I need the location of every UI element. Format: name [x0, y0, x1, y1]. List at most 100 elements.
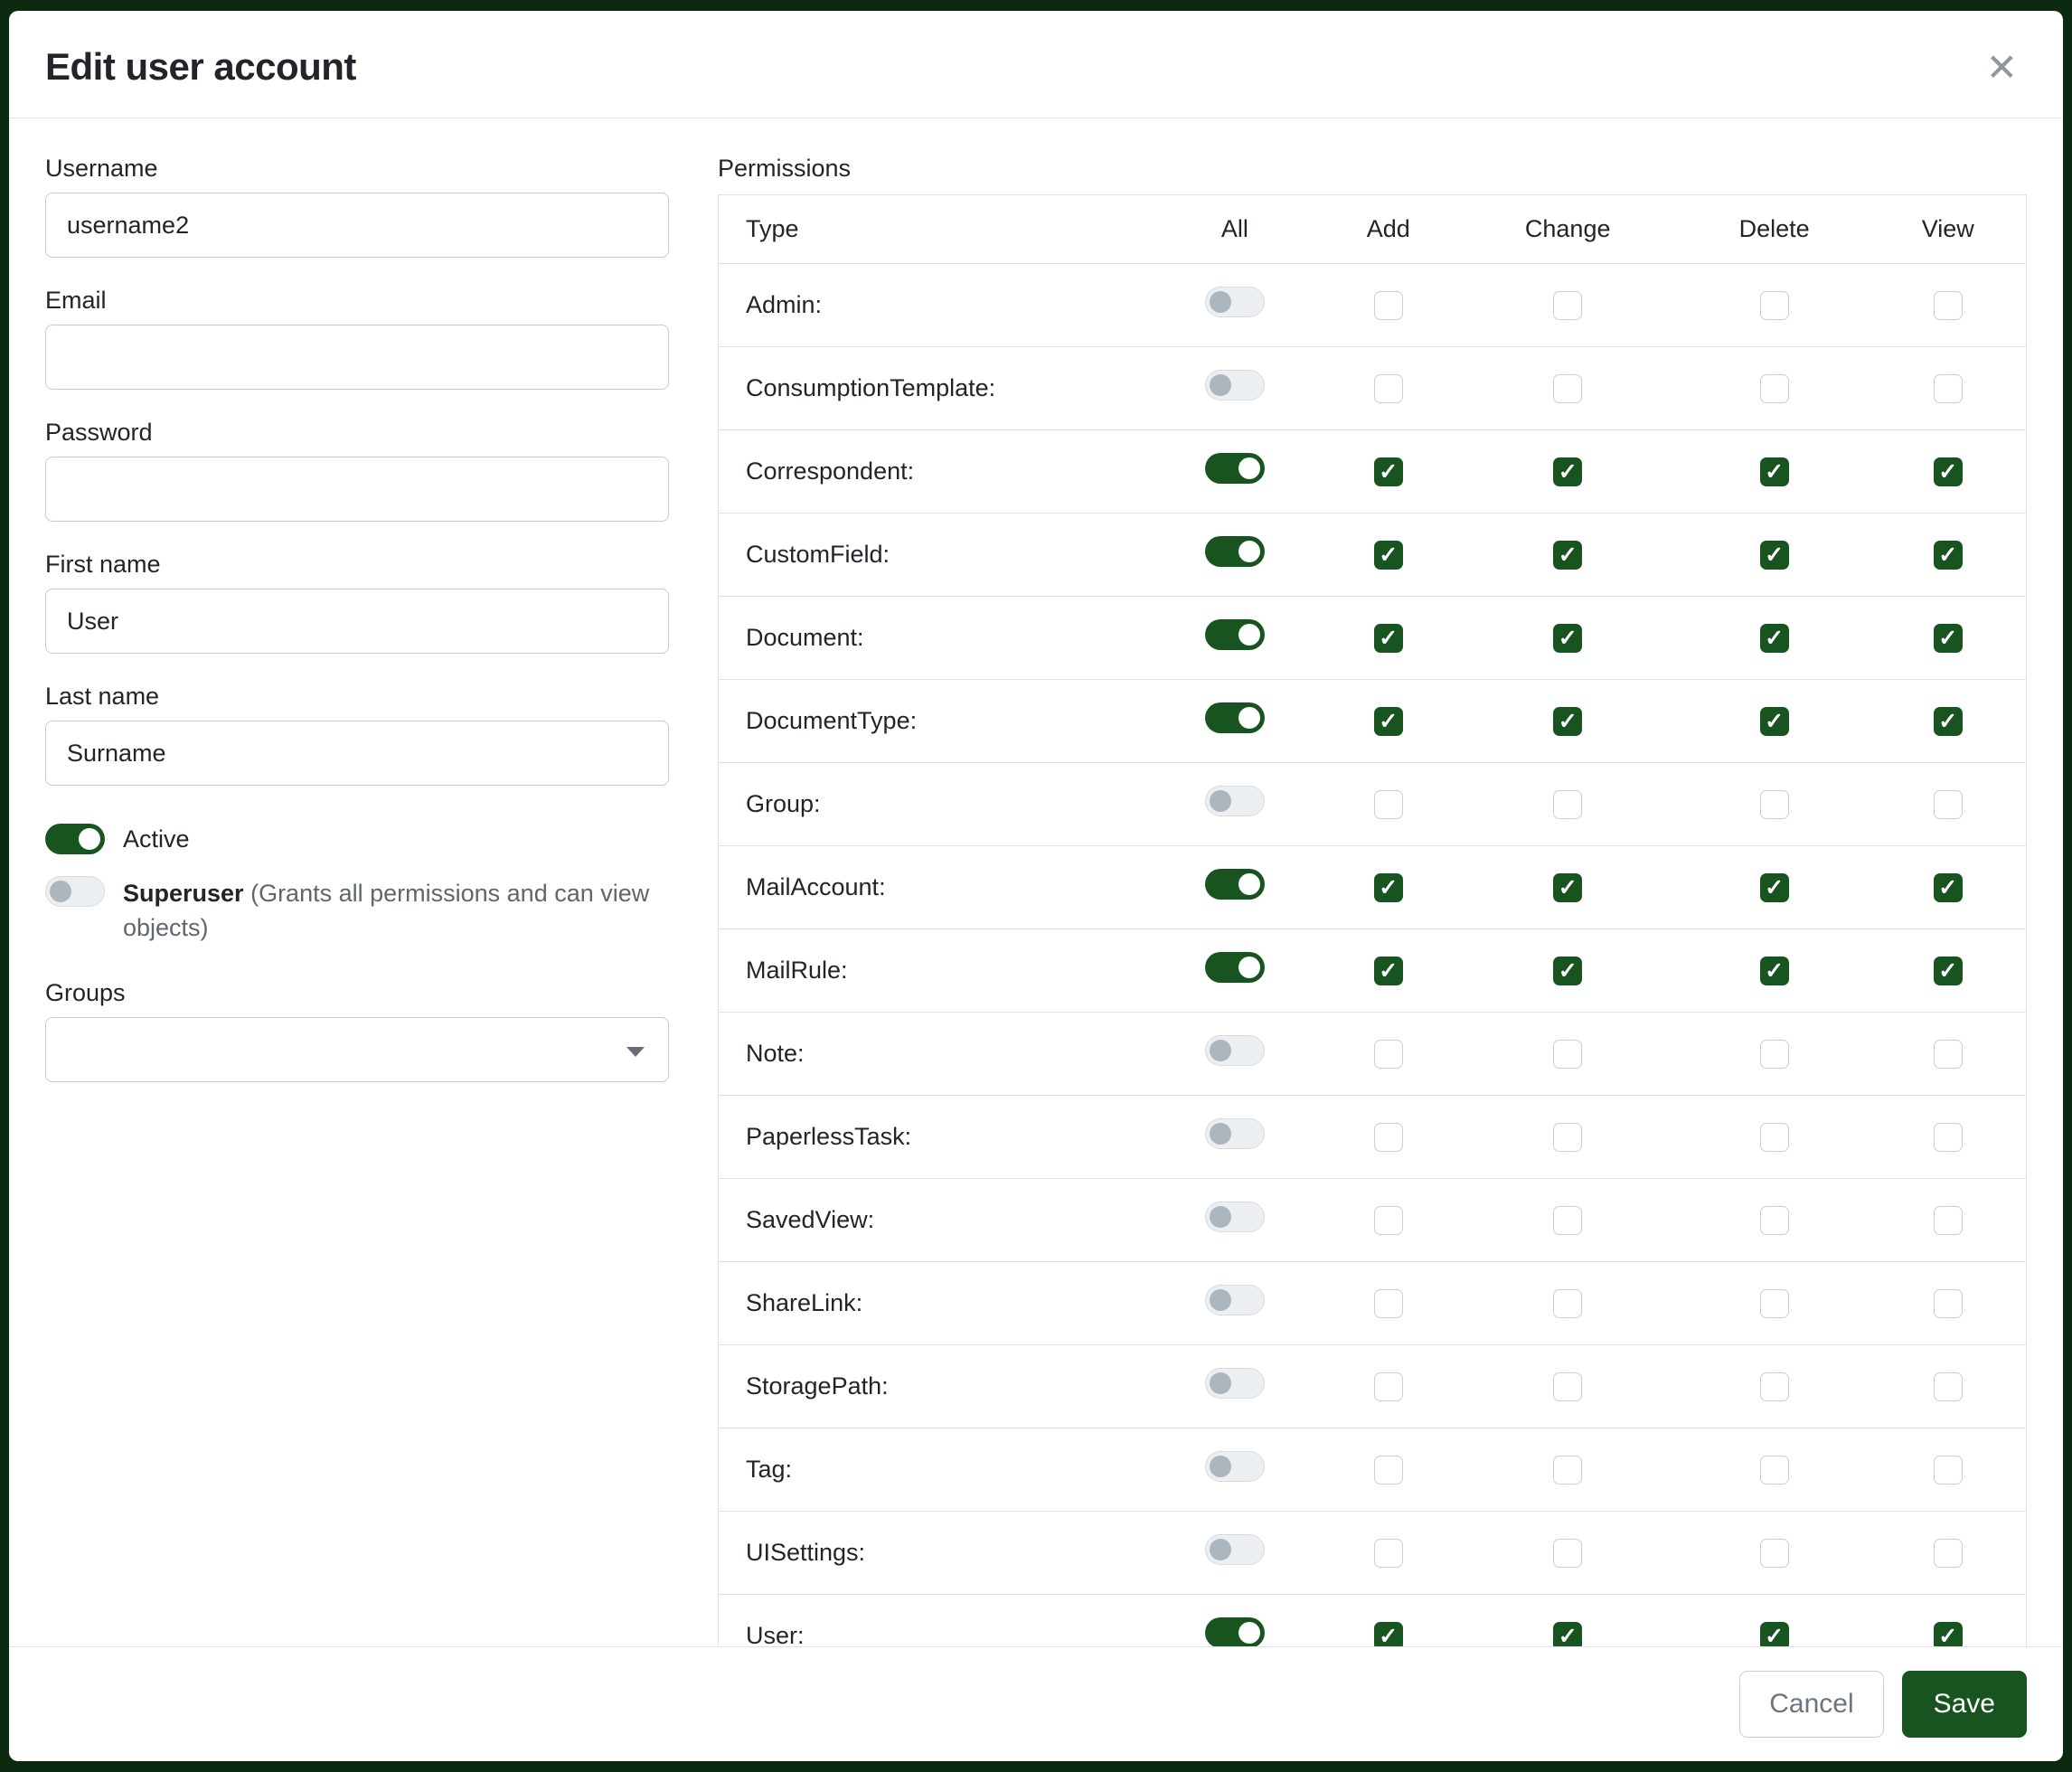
add-checkbox[interactable] [1374, 1206, 1403, 1235]
delete-checkbox[interactable] [1760, 1289, 1789, 1318]
all-toggle[interactable] [1205, 1285, 1265, 1315]
password-field[interactable] [45, 457, 669, 522]
first-name-field[interactable] [45, 589, 669, 654]
last-name-group: Last name [45, 683, 669, 786]
all-toggle[interactable] [1205, 952, 1265, 983]
add-checkbox[interactable] [1374, 873, 1403, 902]
view-checkbox[interactable] [1934, 374, 1963, 403]
all-toggle[interactable] [1205, 1451, 1265, 1482]
add-checkbox[interactable] [1374, 1622, 1403, 1646]
all-toggle[interactable] [1205, 1617, 1265, 1646]
delete-checkbox[interactable] [1760, 1123, 1789, 1152]
delete-checkbox[interactable] [1760, 1622, 1789, 1646]
view-checkbox[interactable] [1934, 1456, 1963, 1485]
change-checkbox[interactable] [1553, 790, 1582, 819]
delete-checkbox[interactable] [1760, 957, 1789, 985]
close-icon[interactable]: ✕ [1981, 45, 2023, 90]
delete-checkbox[interactable] [1760, 1040, 1789, 1069]
add-checkbox[interactable] [1374, 1372, 1403, 1401]
delete-checkbox[interactable] [1760, 374, 1789, 403]
delete-checkbox[interactable] [1760, 457, 1789, 486]
change-checkbox[interactable] [1553, 541, 1582, 570]
add-checkbox[interactable] [1374, 1123, 1403, 1152]
email-field[interactable] [45, 325, 669, 390]
delete-checkbox[interactable] [1760, 707, 1789, 736]
change-checkbox[interactable] [1553, 873, 1582, 902]
all-toggle[interactable] [1205, 370, 1265, 401]
all-toggle[interactable] [1205, 1368, 1265, 1399]
add-checkbox[interactable] [1374, 374, 1403, 403]
all-toggle[interactable] [1205, 1035, 1265, 1066]
view-checkbox[interactable] [1934, 1539, 1963, 1568]
add-checkbox[interactable] [1374, 624, 1403, 653]
change-checkbox[interactable] [1553, 957, 1582, 985]
change-checkbox[interactable] [1553, 1372, 1582, 1401]
view-checkbox[interactable] [1934, 1206, 1963, 1235]
add-checkbox[interactable] [1374, 1539, 1403, 1568]
view-checkbox[interactable] [1934, 1289, 1963, 1318]
view-checkbox[interactable] [1934, 457, 1963, 486]
username-input[interactable] [45, 193, 669, 258]
change-checkbox[interactable] [1553, 1289, 1582, 1318]
view-checkbox[interactable] [1934, 873, 1963, 902]
change-checkbox[interactable] [1553, 374, 1582, 403]
view-checkbox[interactable] [1934, 1040, 1963, 1069]
view-checkbox[interactable] [1934, 790, 1963, 819]
all-toggle[interactable] [1205, 619, 1265, 650]
all-toggle[interactable] [1205, 1534, 1265, 1565]
all-toggle[interactable] [1205, 786, 1265, 816]
delete-checkbox[interactable] [1760, 1206, 1789, 1235]
delete-checkbox[interactable] [1760, 873, 1789, 902]
email-label: Email [45, 287, 669, 315]
all-toggle[interactable] [1205, 869, 1265, 900]
active-toggle[interactable] [45, 824, 105, 854]
all-toggle[interactable] [1205, 1118, 1265, 1149]
add-checkbox[interactable] [1374, 790, 1403, 819]
delete-checkbox[interactable] [1760, 1456, 1789, 1485]
view-checkbox[interactable] [1934, 1123, 1963, 1152]
change-checkbox[interactable] [1553, 291, 1582, 320]
delete-checkbox[interactable] [1760, 1539, 1789, 1568]
delete-checkbox[interactable] [1760, 790, 1789, 819]
save-button[interactable]: Save [1902, 1671, 2027, 1738]
view-checkbox[interactable] [1934, 1622, 1963, 1646]
all-toggle[interactable] [1205, 1202, 1265, 1232]
delete-checkbox[interactable] [1760, 541, 1789, 570]
view-checkbox[interactable] [1934, 1372, 1963, 1401]
all-toggle[interactable] [1205, 287, 1265, 317]
change-checkbox[interactable] [1553, 457, 1582, 486]
all-toggle[interactable] [1205, 702, 1265, 733]
view-checkbox[interactable] [1934, 541, 1963, 570]
permission-type-label: UISettings: [719, 1512, 1151, 1595]
all-toggle[interactable] [1205, 536, 1265, 567]
delete-checkbox[interactable] [1760, 624, 1789, 653]
groups-select[interactable] [45, 1017, 669, 1082]
view-checkbox[interactable] [1934, 707, 1963, 736]
change-checkbox[interactable] [1553, 1040, 1582, 1069]
add-checkbox[interactable] [1374, 541, 1403, 570]
change-checkbox[interactable] [1553, 1456, 1582, 1485]
add-checkbox[interactable] [1374, 1456, 1403, 1485]
all-toggle[interactable] [1205, 453, 1265, 484]
add-checkbox[interactable] [1374, 457, 1403, 486]
change-checkbox[interactable] [1553, 1539, 1582, 1568]
add-checkbox[interactable] [1374, 291, 1403, 320]
superuser-toggle[interactable] [45, 876, 105, 907]
permission-all-cell [1150, 1512, 1320, 1595]
delete-checkbox[interactable] [1760, 1372, 1789, 1401]
view-checkbox[interactable] [1934, 957, 1963, 985]
last-name-field[interactable] [45, 721, 669, 786]
view-checkbox[interactable] [1934, 291, 1963, 320]
add-checkbox[interactable] [1374, 1289, 1403, 1318]
add-checkbox[interactable] [1374, 707, 1403, 736]
add-checkbox[interactable] [1374, 1040, 1403, 1069]
cancel-button[interactable]: Cancel [1739, 1671, 1883, 1738]
change-checkbox[interactable] [1553, 707, 1582, 736]
add-checkbox[interactable] [1374, 957, 1403, 985]
view-checkbox[interactable] [1934, 624, 1963, 653]
change-checkbox[interactable] [1553, 1206, 1582, 1235]
change-checkbox[interactable] [1553, 1622, 1582, 1646]
delete-checkbox[interactable] [1760, 291, 1789, 320]
change-checkbox[interactable] [1553, 624, 1582, 653]
change-checkbox[interactable] [1553, 1123, 1582, 1152]
